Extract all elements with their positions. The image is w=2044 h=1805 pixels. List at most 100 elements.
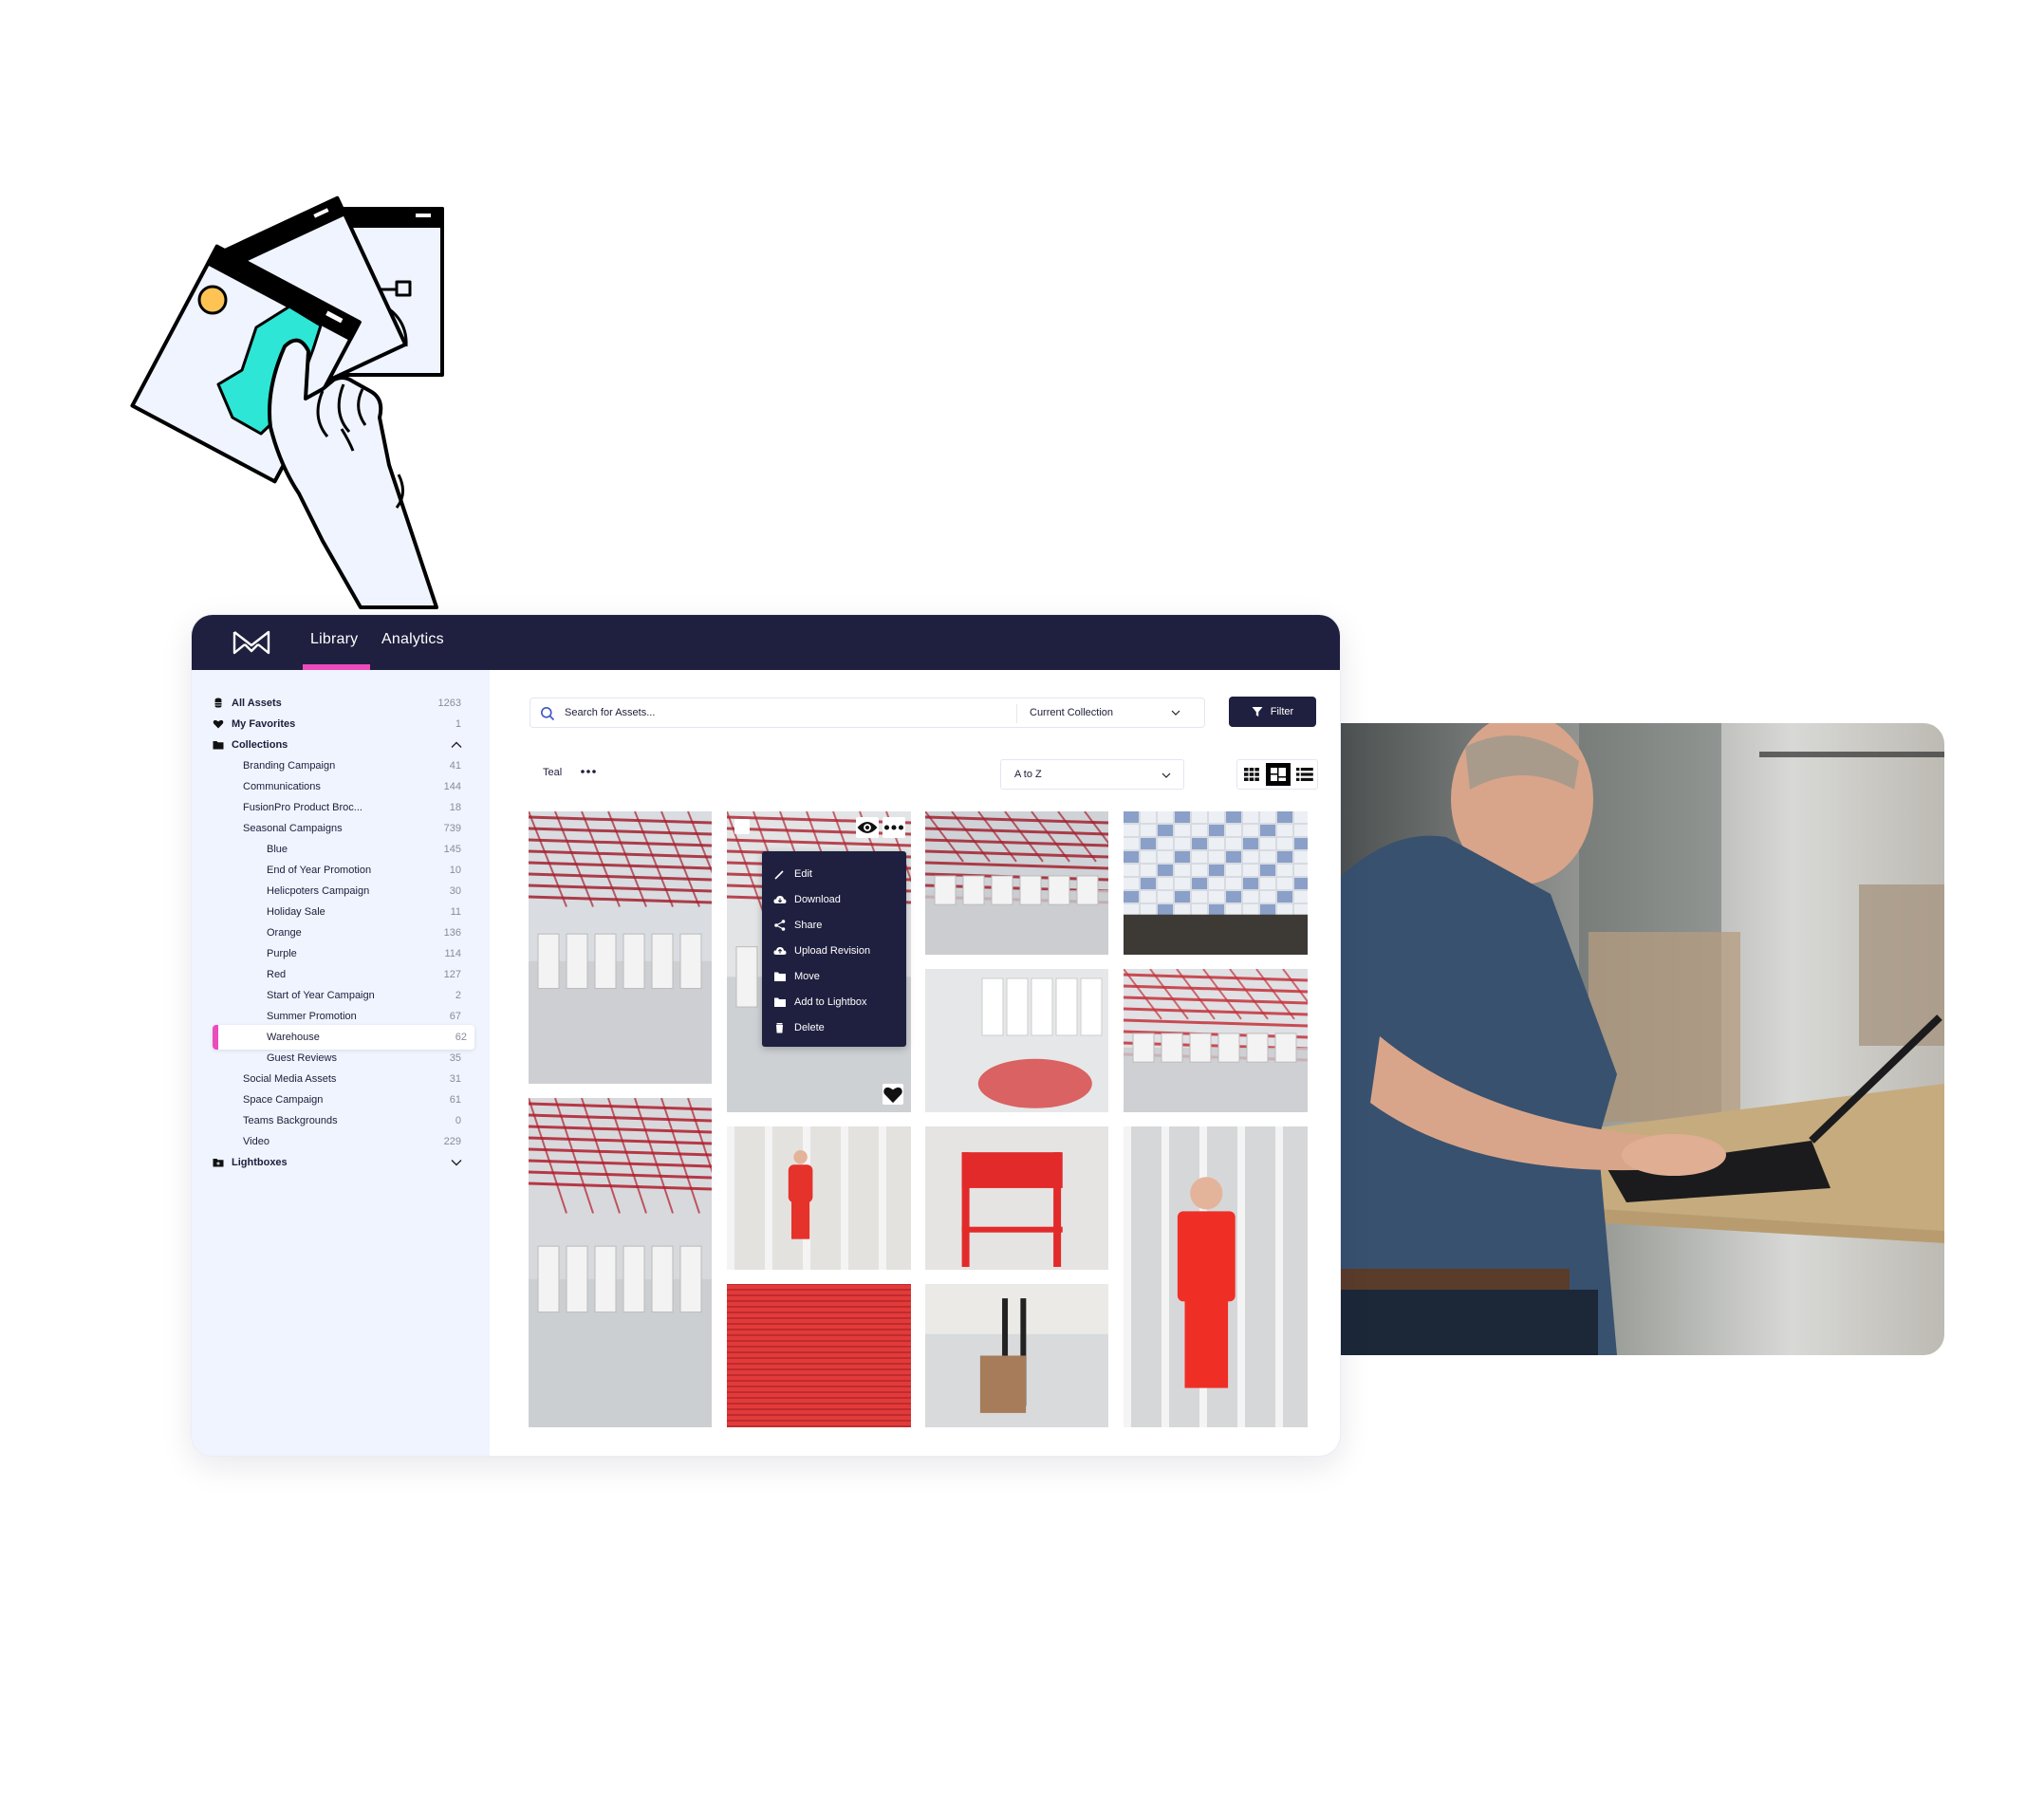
asset-menu-button[interactable]: [883, 817, 905, 838]
sidebar-item-count: 1263: [437, 698, 461, 709]
asset-thumbnail-warehouse-skylight[interactable]: [1124, 969, 1308, 1112]
more-options-icon[interactable]: [579, 764, 598, 779]
sidebar-item-count: 127: [443, 969, 461, 980]
asset-thumbnail-worker-in-red-suit-shelves[interactable]: [727, 1126, 911, 1270]
chevron-down-icon: [1161, 772, 1171, 778]
asset-thumbnail-red-shutter-texture[interactable]: [727, 1284, 911, 1427]
current-collection-title: Teal: [543, 767, 563, 778]
context-menu-item-label: Add to Lightbox: [794, 996, 867, 1008]
asset-thumbnail-red-metal-cart[interactable]: [925, 1126, 1108, 1270]
tab-analytics[interactable]: Analytics: [381, 631, 444, 648]
context-menu-item-label: Move: [794, 970, 820, 982]
app-window: Library Analytics All Assets 1263 My Fav…: [192, 615, 1340, 1456]
man-typing-laptop-photo: [1332, 723, 1944, 1355]
sidebar-item-count: 10: [449, 865, 461, 876]
folder-icon: [213, 741, 224, 750]
heart-icon: [213, 719, 224, 729]
sidebar-item-count: 1: [455, 718, 461, 730]
preview-button[interactable]: [856, 817, 879, 838]
search-scope-dropdown[interactable]: Current Collection: [1030, 698, 1204, 727]
context-menu-item-edit[interactable]: Edit: [762, 861, 906, 886]
asset-thumbnail-restaurant-tile-wall[interactable]: [1124, 811, 1308, 955]
small-grid-view-button[interactable]: [1239, 763, 1264, 786]
sidebar-item-label: Seasonal Campaigns: [243, 823, 343, 834]
search-scope-value: Current Collection: [1030, 707, 1114, 718]
context-menu-item-share[interactable]: Share: [762, 912, 906, 938]
cloud-download-icon: [773, 894, 787, 905]
sidebar-item-count: 61: [449, 1094, 461, 1106]
context-menu-item-label: Delete: [794, 1021, 825, 1033]
masonry-view-button[interactable]: [1266, 763, 1291, 786]
sidebar-item-count: 136: [443, 927, 461, 939]
sidebar-item-count: 0: [455, 1115, 461, 1126]
filter-button[interactable]: Filter: [1229, 697, 1316, 727]
context-menu-item-label: Edit: [794, 867, 812, 880]
context-menu-item-label: Upload Revision: [794, 944, 871, 957]
context-menu-item-delete[interactable]: Delete: [762, 1014, 906, 1040]
folder-icon: [773, 996, 787, 1008]
sidebar-item-label: FusionPro Product Broc...: [243, 802, 362, 813]
sidebar-item-label: Helicpoters Campaign: [267, 885, 370, 897]
asset-thumbnail-worker-with-pallet-jack[interactable]: [1124, 1126, 1308, 1427]
chevron-down-icon: [1171, 710, 1180, 716]
chevron-down-icon[interactable]: [450, 1156, 463, 1169]
sidebar-item-count: 739: [443, 823, 461, 834]
sidebar-item-label: Orange: [267, 927, 302, 939]
sidebar-item-label: All Assets: [232, 698, 282, 709]
sort-dropdown[interactable]: A to Z: [1000, 759, 1184, 790]
chevron-up-icon[interactable]: [450, 738, 463, 752]
sidebar-item-label: Communications: [243, 781, 321, 792]
masonry-grid-icon: [1271, 768, 1286, 781]
top-nav-bar: Library Analytics: [192, 615, 1340, 670]
sidebar-item-label: End of Year Promotion: [267, 865, 372, 876]
sidebar-item-count: 145: [443, 844, 461, 855]
sidebar-item-label: Blue: [267, 844, 288, 855]
asset-thumbnail-forklift-with-boxes[interactable]: [925, 1284, 1108, 1427]
list-view-button[interactable]: [1292, 763, 1317, 786]
search-icon: [541, 707, 555, 721]
favorite-button[interactable]: [883, 1084, 903, 1105]
sidebar-item-count: 30: [449, 885, 461, 897]
sidebar-item-label: Lightboxes: [232, 1157, 288, 1168]
context-menu-item-label: Share: [794, 919, 823, 931]
sidebar-item-count: 35: [449, 1052, 461, 1064]
sidebar-item-count: 67: [449, 1011, 461, 1022]
grid-icon: [1244, 768, 1259, 781]
asset-thumbnail-warehouse-interior-red-beams[interactable]: [529, 811, 712, 1084]
brand-logo-icon[interactable]: [232, 628, 271, 657]
sidebar-item-label: Social Media Assets: [243, 1073, 337, 1085]
tab-library[interactable]: Library: [310, 631, 358, 648]
eye-icon: [857, 822, 878, 833]
select-checkbox[interactable]: [734, 819, 750, 834]
search-bar: Current Collection: [530, 698, 1205, 728]
asset-thumbnail-warehouse-hall-scissor-lift[interactable]: [529, 1098, 712, 1427]
sidebar-item-label: Summer Promotion: [267, 1011, 357, 1022]
sidebar-item-label: Collections: [232, 739, 288, 751]
context-menu-item-download[interactable]: Download: [762, 886, 906, 912]
sidebar-item-count: 2: [455, 990, 461, 1001]
sidebar-item-label: Purple: [267, 948, 297, 959]
sidebar-item-lightboxes[interactable]: Lightboxes: [192, 1150, 490, 1175]
sidebar: All Assets 1263 My Favorites 1 Collectio…: [192, 670, 490, 1456]
sidebar-item-count: 18: [449, 802, 461, 813]
asset-thumbnail-warehouse-ceiling-ducts[interactable]: [925, 811, 1108, 955]
heart-icon: [883, 1087, 902, 1104]
sidebar-item-label: Holiday Sale: [267, 906, 325, 918]
context-menu-item-label: Download: [794, 893, 841, 905]
context-menu-item-upload-revision[interactable]: Upload Revision: [762, 938, 906, 963]
asset-thumbnail-warehouse-mezzanine-boxes[interactable]: [925, 969, 1108, 1112]
view-mode-toggle: [1236, 759, 1318, 790]
list-icon: [1296, 768, 1313, 781]
cloud-upload-icon: [773, 945, 787, 957]
folder-plus-icon: [213, 1159, 224, 1167]
search-input[interactable]: [565, 698, 1001, 727]
sidebar-item-label: My Favorites: [232, 718, 296, 730]
context-menu-item-move[interactable]: Move: [762, 963, 906, 989]
sidebar-item-label: Video: [243, 1136, 269, 1147]
sidebar-item-label: Guest Reviews: [267, 1052, 337, 1064]
sidebar-item-count: 229: [443, 1136, 461, 1147]
context-menu-item-add-to-lightbox[interactable]: Add to Lightbox: [762, 989, 906, 1014]
pencil-icon: [773, 868, 787, 880]
share-icon: [773, 919, 787, 931]
sidebar-item-count: 62: [455, 1032, 467, 1043]
